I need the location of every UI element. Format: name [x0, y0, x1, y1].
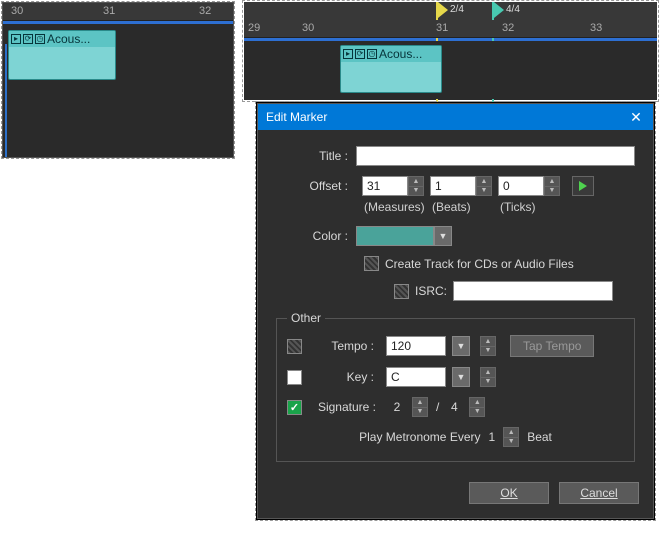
isrc-label: ISRC:: [415, 284, 447, 298]
play-icon: ▸: [343, 49, 353, 59]
clip-label: Acous...: [379, 47, 439, 61]
measures-spinner[interactable]: ▲▼: [408, 176, 424, 196]
beats-sublabel: (Beats): [432, 200, 500, 214]
edit-marker-dialog: Edit Marker ✕ Title : Offset : ▲▼ ▲▼ ▲▼ …: [257, 103, 654, 519]
playhead[interactable]: [5, 44, 7, 157]
dialog-title: Edit Marker: [266, 110, 627, 124]
ruler-tick-label: 32: [502, 22, 514, 34]
key-checkbox[interactable]: [287, 370, 302, 385]
beats-input[interactable]: [430, 176, 476, 196]
ruler[interactable]: 30 31 32: [3, 3, 233, 21]
title-label: Title :: [276, 149, 356, 163]
timeline-left: 30 31 32 ▸ ⟳ ◷ Acous...: [2, 2, 234, 158]
isrc-input[interactable]: [453, 281, 613, 301]
metronome-spinner[interactable]: ▲▼: [503, 427, 519, 447]
key-dropdown-arrow[interactable]: ▼: [452, 367, 470, 387]
other-fieldset: Other Tempo : ▼ ▲▼ Tap Tempo Key : ▼ ▲▼ …: [276, 311, 635, 462]
clock-icon: ◷: [35, 34, 45, 44]
ticks-spinner[interactable]: ▲▼: [544, 176, 560, 196]
ruler-tick-label: 30: [11, 5, 23, 17]
marker-sig-label: 2/4: [450, 4, 464, 15]
ok-button[interactable]: OK: [469, 482, 549, 504]
create-track-label: Create Track for CDs or Audio Files: [385, 257, 574, 271]
color-dropdown-arrow[interactable]: ▼: [434, 226, 452, 246]
create-track-checkbox[interactable]: [364, 256, 379, 271]
other-legend: Other: [287, 311, 325, 325]
ruler-tick-label: 33: [590, 22, 602, 34]
clip-label: Acous...: [47, 32, 113, 46]
sig-separator: /: [436, 400, 439, 414]
play-icon: ▸: [11, 34, 21, 44]
ruler-tick-label: 29: [248, 22, 260, 34]
clock-icon: ◷: [367, 49, 377, 59]
ruler-tick-label: 31: [103, 5, 115, 17]
marker-sig-label: 4/4: [506, 4, 520, 15]
sig-num-spinner[interactable]: ▲▼: [412, 397, 428, 417]
tempo-checkbox[interactable]: [287, 339, 302, 354]
key-spinner[interactable]: ▲▼: [480, 367, 496, 387]
sig-denominator: 4: [447, 400, 461, 414]
tempo-label: Tempo :: [314, 339, 380, 353]
sig-den-spinner[interactable]: ▲▼: [469, 397, 485, 417]
ruler-tick-label: 30: [302, 22, 314, 34]
marker-flag-teal[interactable]: [492, 2, 504, 18]
offset-label: Offset :: [276, 179, 356, 193]
measures-input[interactable]: [362, 176, 408, 196]
cancel-button[interactable]: Cancel: [559, 482, 639, 504]
loop-icon: ⟳: [355, 49, 365, 59]
ruler[interactable]: 29 30 31 32 33: [244, 20, 657, 38]
key-label: Key :: [314, 370, 380, 384]
tempo-spinner[interactable]: ▲▼: [480, 336, 496, 356]
title-input[interactable]: [356, 146, 635, 166]
color-swatch[interactable]: [356, 226, 434, 246]
color-label: Color :: [276, 229, 356, 243]
metronome-prefix: Play Metronome Every: [359, 430, 480, 444]
timeline-right: 2/4 4/4 29 30 31 32 33 ▸ ⟳ ◷ Acous...: [244, 2, 657, 100]
close-icon[interactable]: ✕: [627, 108, 645, 126]
tap-tempo-button[interactable]: Tap Tempo: [510, 335, 594, 357]
measures-sublabel: (Measures): [364, 200, 432, 214]
metronome-value: 1: [489, 430, 496, 444]
audio-clip[interactable]: ▸ ⟳ ◷ Acous...: [340, 45, 442, 93]
ruler-tick-label: 32: [199, 5, 211, 17]
dialog-titlebar[interactable]: Edit Marker ✕: [258, 104, 653, 130]
key-input[interactable]: [386, 367, 446, 387]
ticks-input[interactable]: [498, 176, 544, 196]
marker-flag-yellow[interactable]: [436, 2, 448, 18]
ruler-tick-label: 31: [436, 22, 448, 34]
signature-label: Signature :: [316, 400, 382, 414]
loop-icon: ⟳: [23, 34, 33, 44]
beats-spinner[interactable]: ▲▼: [476, 176, 492, 196]
isrc-checkbox[interactable]: [394, 284, 409, 299]
audio-clip[interactable]: ▸ ⟳ ◷ Acous...: [8, 30, 116, 80]
play-from-marker-button[interactable]: [572, 176, 594, 196]
tempo-input[interactable]: [386, 336, 446, 356]
signature-checkbox[interactable]: ✓: [287, 400, 302, 415]
tempo-dropdown-arrow[interactable]: ▼: [452, 336, 470, 356]
sig-numerator: 2: [390, 400, 404, 414]
metronome-suffix: Beat: [527, 430, 552, 444]
ticks-sublabel: (Ticks): [500, 200, 568, 214]
